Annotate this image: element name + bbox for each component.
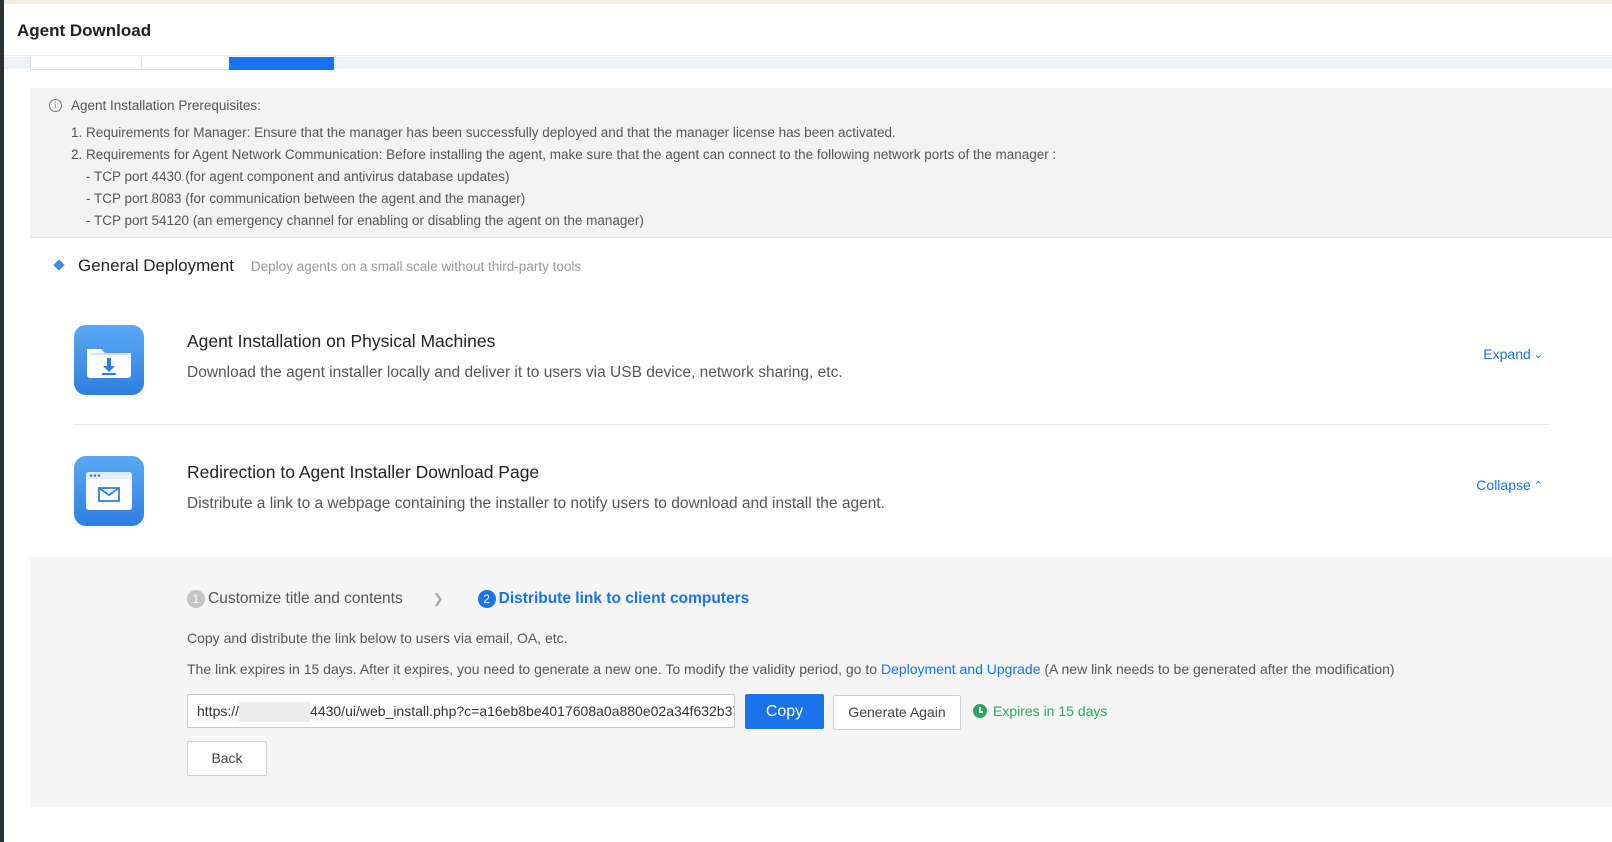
expiry-status: Expires in 15 days	[973, 703, 1107, 719]
page-title: Agent Download	[17, 21, 152, 40]
expiry-note: The link expires in 15 days. After it ex…	[187, 661, 1395, 677]
prerequisites-heading: Agent Installation Prerequisites:	[71, 98, 261, 113]
step-distribute[interactable]: Distribute link to client computers	[499, 590, 750, 608]
wizard-steps: 1 Customize title and contents ❯ 2 Distr…	[187, 590, 749, 608]
tab-1[interactable]	[30, 57, 142, 70]
install-link-field[interactable]: https:// 4430/ui/web_install.php?c=a16eb8…	[187, 694, 735, 728]
section-heading: General Deployment Deploy agents on a sm…	[52, 256, 581, 276]
card-title: Agent Installation on Physical Machines	[187, 331, 496, 351]
prerequisites-heading-row: i Agent Installation Prerequisites:	[49, 98, 261, 113]
chevron-right-icon: ❯	[432, 591, 444, 606]
expiry-status-label: Expires in 15 days	[993, 703, 1108, 719]
chevron-up-icon: ⌃	[1533, 479, 1543, 492]
expand-toggle[interactable]: Expand ⌄	[1483, 346, 1543, 362]
url-prefix: https://	[197, 703, 240, 719]
tab-strip	[30, 57, 350, 70]
folder-download-icon	[74, 325, 144, 395]
copy-button[interactable]: Copy	[745, 694, 824, 729]
prerequisite-line: - TCP port 8083 (for communication betwe…	[86, 191, 526, 206]
card-download-page-redirect: Redirection to Agent Installer Download …	[74, 446, 1549, 556]
window-left-edge	[0, 0, 4, 842]
section-subtitle: Deploy agents on a small scale without t…	[250, 259, 582, 274]
redacted-host	[239, 702, 311, 723]
distribute-instruction: Copy and distribute the link below to us…	[187, 630, 568, 646]
card-description: Download the agent installer locally and…	[187, 364, 843, 381]
tab-3-active[interactable]	[229, 57, 334, 70]
step-number: 1	[187, 590, 205, 608]
expand-label: Expand	[1483, 346, 1531, 362]
card-physical-machines: Agent Installation on Physical Machines …	[74, 315, 1549, 425]
back-button[interactable]: Back	[187, 741, 267, 776]
prerequisites-notice: i Agent Installation Prerequisites: 1. R…	[30, 88, 1612, 238]
deployment-upgrade-link[interactable]: Deployment and Upgrade	[881, 661, 1041, 677]
browser-mail-icon	[74, 456, 144, 526]
chevron-down-icon: ⌄	[1533, 348, 1543, 361]
step-number: 2	[477, 590, 496, 608]
collapse-label: Collapse	[1476, 477, 1531, 493]
step-customize[interactable]: Customize title and contents	[208, 590, 403, 608]
prerequisite-line: 2. Requirements for Agent Network Commun…	[71, 147, 1057, 162]
expiry-note-text: The link expires in 15 days. After it ex…	[187, 661, 881, 677]
card-title: Redirection to Agent Installer Download …	[187, 462, 540, 482]
card-description: Distribute a link to a webpage containin…	[187, 495, 885, 512]
prerequisite-line: - TCP port 54120 (an emergency channel f…	[86, 213, 644, 228]
tab-2[interactable]	[141, 57, 230, 70]
url-suffix: 4430/ui/web_install.php?c=a16eb8be401760…	[310, 703, 735, 719]
page-header: Agent Download	[4, 4, 1612, 56]
diamond-bullet-icon	[53, 259, 65, 271]
prerequisite-line: - TCP port 4430 (for agent component and…	[86, 169, 510, 184]
prerequisite-line: 1. Requirements for Manager: Ensure that…	[71, 125, 896, 140]
info-icon: i	[49, 99, 62, 112]
collapse-toggle[interactable]: Collapse ⌃	[1476, 477, 1543, 493]
distribute-panel: 1 Customize title and contents ❯ 2 Distr…	[30, 557, 1612, 807]
generate-again-button[interactable]: Generate Again	[833, 695, 961, 730]
expiry-note-text: (A new link needs to be generated after …	[1040, 661, 1395, 677]
section-title: General Deployment	[78, 256, 234, 275]
clock-icon	[973, 704, 987, 718]
